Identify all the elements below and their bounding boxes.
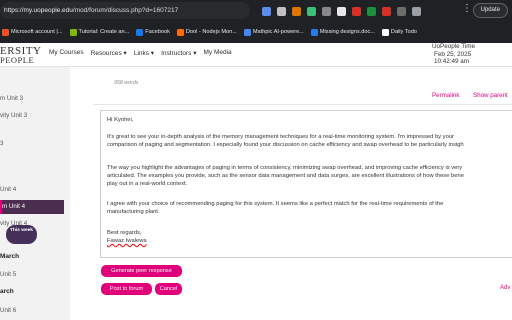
extensions-bar <box>262 4 427 18</box>
uopeople-time: UoPeople Time Feb 25, 2025 10:42:49 am <box>432 43 475 66</box>
bookmark-item[interactable]: Dool - Nodejs Mon... <box>176 28 237 36</box>
course-sidebar: This week m Unit 4 m Unit 3 vity Unit 3 3 U… <box>0 67 70 320</box>
extension-icon[interactable] <box>352 6 361 16</box>
reply-p2-line2: articulated. The examples you provide, s… <box>107 173 464 179</box>
bookmark-favicon-icon <box>136 28 144 36</box>
time-clock: 10:42:49 am <box>434 58 470 65</box>
reply-p1-line1: It's great to see your in-depth analysis… <box>107 134 454 140</box>
nav-link[interactable]: My Media <box>204 49 232 57</box>
bookmark-favicon-icon <box>69 28 77 36</box>
reply-editor[interactable]: Hi Kyohei, It's great to see your in-dep… <box>100 110 512 258</box>
reply-p3-line2: manufacturing plant. <box>107 209 160 215</box>
nav-link[interactable]: My Courses <box>49 49 84 57</box>
extension-icon[interactable] <box>382 6 391 16</box>
extension-icon[interactable] <box>277 6 286 16</box>
bookmark-item[interactable]: Missing designs.doc... <box>310 28 375 36</box>
bookmark-item[interactable]: Facebook <box>136 28 170 36</box>
bookmark-favicon-icon <box>381 28 389 36</box>
update-button[interactable]: Update <box>472 3 508 18</box>
browser-chrome: https://my.uopeople.edu/mod/forum/discus… <box>0 0 512 43</box>
reply-p2-line3: play out in a real-world context. <box>107 181 188 187</box>
bookmark-label: Dool - Nodejs Mon... <box>185 29 237 35</box>
sidebar-item[interactable]: m Unit 3 <box>0 95 23 102</box>
post-to-forum-button[interactable]: Post to forum <box>101 283 152 295</box>
bookmarks-bar: Microsoft account |... Tutorial: Create a… <box>0 23 512 41</box>
advanced-link[interactable]: Adv <box>500 285 510 291</box>
generate-peer-response-button[interactable]: Generate peer response <box>101 265 182 277</box>
time-date: Feb 25, 2025 <box>434 50 472 58</box>
sidebar-item[interactable]: vity Unit 3 <box>0 112 27 119</box>
bookmark-favicon-icon <box>310 28 318 36</box>
cancel-button[interactable]: Cancel <box>155 283 182 295</box>
sidebar-item[interactable]: Unit 4 <box>0 186 16 193</box>
permalink-link[interactable]: Permalink <box>432 92 460 99</box>
extension-icon[interactable] <box>367 6 376 16</box>
bookmark-favicon-icon <box>176 28 184 36</box>
url-host: https://my.uopeople.edu <box>4 7 73 14</box>
sidebar-item[interactable]: Unit 5 <box>0 271 16 278</box>
bookmark-label: Mathpic AI-powere... <box>252 29 304 35</box>
sidebar-item[interactable]: vity Unit 4 <box>0 220 27 227</box>
bookmark-item[interactable]: Daily Todo <box>381 28 417 36</box>
word-count: 958 words <box>114 80 139 86</box>
nav-link[interactable]: Instructors ▾ <box>161 49 196 57</box>
bookmark-label: Missing designs.doc... <box>319 29 375 35</box>
logo-line-2[interactable]: PEOPLE <box>0 55 34 65</box>
url-path: /mod/forum/discuss.php?d=1607217 <box>72 7 179 14</box>
bookmark-label: Microsoft account |... <box>11 29 63 35</box>
reply-closing: Best regards, <box>107 230 142 236</box>
reply-p1-line2: comparison of paging and segmentation. I… <box>107 142 464 148</box>
extension-icon[interactable] <box>292 6 301 16</box>
bookmark-item[interactable]: Tutorial: Create an... <box>69 28 130 36</box>
more-menu-icon[interactable]: ⋮ <box>462 4 472 14</box>
reply-greeting: Hi Kyohei, <box>107 117 134 123</box>
reply-p3-line1: I agree with your choice of recommending… <box>107 201 444 207</box>
extension-icon[interactable] <box>412 6 421 16</box>
time-label: UoPeople Time <box>432 43 476 50</box>
extension-icon[interactable] <box>322 6 331 16</box>
reply-signature: Fawaz Iwalewa <box>107 238 147 244</box>
divider <box>93 104 512 105</box>
extension-icon[interactable] <box>397 6 406 16</box>
bookmark-label: Daily Todo <box>390 29 417 35</box>
this-week-badge: This week <box>6 225 37 244</box>
sidebar-item[interactable]: Unit 6 <box>0 307 16 314</box>
extension-icon[interactable] <box>307 6 316 16</box>
reply-p2-line1: The way you highlight the advantages of … <box>107 165 463 171</box>
bookmark-item[interactable]: Mathpic AI-powere... <box>243 28 304 36</box>
bookmark-favicon-icon <box>2 28 9 36</box>
bookmark-favicon-icon <box>243 28 251 36</box>
sidebar-week-heading: arch <box>0 288 14 295</box>
sidebar-item-active[interactable]: m Unit 4 <box>0 200 64 214</box>
nav-link[interactable]: Resources ▾ <box>91 49 127 57</box>
extension-icon[interactable] <box>337 6 346 16</box>
bookmark-item[interactable]: Microsoft account |... <box>2 28 63 36</box>
address-bar[interactable]: https://my.uopeople.edu/mod/forum/discus… <box>0 2 250 19</box>
extension-icon[interactable] <box>262 6 271 16</box>
sidebar-week-heading: March <box>0 253 20 260</box>
sidebar-item[interactable]: 3 <box>0 140 3 147</box>
main-nav: My Courses Resources ▾ Links ▾ Instructors … <box>49 49 239 57</box>
bookmark-label: Tutorial: Create an... <box>78 29 130 35</box>
show-parent-link[interactable]: Show parent <box>473 92 508 99</box>
nav-link[interactable]: Links ▾ <box>134 49 154 57</box>
bookmark-label: Facebook <box>145 29 170 35</box>
